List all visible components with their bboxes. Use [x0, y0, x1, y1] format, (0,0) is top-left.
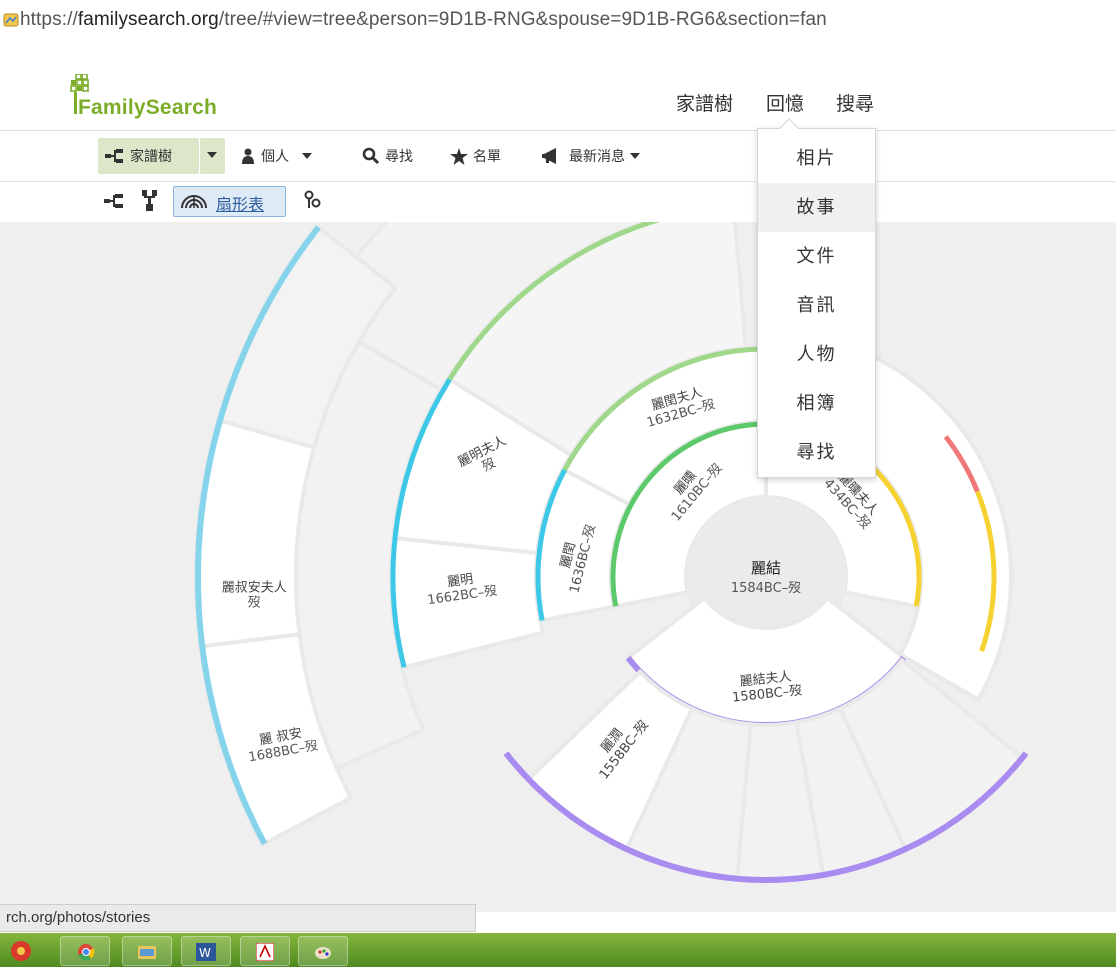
lists-menu[interactable]: 名單 — [450, 146, 501, 166]
status-bar-url: rch.org/photos/stories — [0, 904, 476, 932]
tree-label: 家譜樹 — [130, 149, 172, 165]
person-label: 個人 — [261, 149, 289, 165]
menu-item-find[interactable]: 尋找 — [758, 428, 875, 477]
search-icon — [362, 147, 380, 165]
view-switcher — [0, 182, 1116, 222]
chevron-down-icon — [207, 152, 217, 158]
descendancy-view-icon[interactable] — [304, 190, 322, 212]
logo-text[interactable]: FamilySearch — [78, 96, 217, 120]
tree-icon — [105, 149, 123, 163]
landscape-view-icon[interactable] — [104, 194, 126, 208]
start-button-icon[interactable] — [10, 940, 32, 962]
dropdown-pointer — [778, 118, 800, 130]
fan-chart-icon — [181, 195, 207, 209]
page-icon — [3, 13, 19, 27]
lists-label: 名單 — [473, 149, 501, 165]
news-menu[interactable]: 最新消息 — [542, 146, 640, 166]
fan-chart: 麗結1584BC–歿麗明夫人歿麗叔安夫人歿麗 叔安1688BC–歿麗明1662B… — [194, 222, 1029, 883]
fan-chart-label: 扇形表 — [216, 195, 265, 214]
memories-dropdown: 相片 故事 文件 音訊 人物 相簿 尋找 — [757, 118, 876, 478]
label-gggm-line-0: 麗叔安夫人 — [222, 581, 287, 596]
person-menu[interactable]: 個人 — [240, 146, 312, 166]
browser-address-bar[interactable]: https://familysearch.org/tree/#view=tree… — [0, 0, 1116, 46]
nav-family-tree[interactable]: 家譜樹 — [676, 89, 733, 116]
url-text[interactable]: https://familysearch.org/tree/#view=tree… — [20, 9, 827, 31]
nav-search[interactable]: 搜尋 — [836, 89, 874, 116]
site-header — [0, 46, 1116, 134]
chrome-icon — [78, 944, 95, 961]
menu-item-people[interactable]: 人物 — [758, 330, 875, 379]
star-icon — [450, 147, 468, 165]
menu-item-audio[interactable]: 音訊 — [758, 281, 875, 330]
label-gggm-line-1: 歿 — [248, 596, 261, 611]
svg-text:W: W — [199, 946, 211, 960]
fan-chart-canvas: 麗結 1584BC–歿 麗明夫人歿麗叔安夫人歿麗 叔安 1688BC–歿 麗明 1662B… — [0, 222, 1116, 912]
menu-item-documents[interactable]: 文件 — [758, 232, 875, 281]
word-icon: W — [196, 943, 216, 961]
menu-item-photos[interactable]: 相片 — [758, 134, 875, 183]
person-icon — [242, 148, 254, 164]
news-label: 最新消息 — [569, 149, 625, 165]
chevron-down-icon — [302, 152, 312, 159]
center-person-dates: 1584BC–歿 — [731, 581, 801, 596]
find-label: 尋找 — [385, 149, 413, 165]
menu-item-stories[interactable]: 故事 — [758, 183, 875, 232]
find-menu[interactable]: 尋找 — [362, 146, 413, 166]
portrait-view-icon[interactable] — [142, 190, 158, 212]
megaphone-icon — [542, 148, 556, 164]
nav-memories[interactable]: 回憶 — [766, 89, 804, 116]
tree-menu[interactable]: 家譜樹 — [105, 146, 172, 166]
folder-icon — [138, 946, 156, 959]
paint-icon — [315, 947, 331, 959]
pdf-icon — [256, 943, 274, 961]
center-person-name: 麗結 — [751, 559, 781, 577]
chevron-down-icon — [630, 152, 640, 159]
menu-item-albums[interactable]: 相簿 — [758, 379, 875, 428]
